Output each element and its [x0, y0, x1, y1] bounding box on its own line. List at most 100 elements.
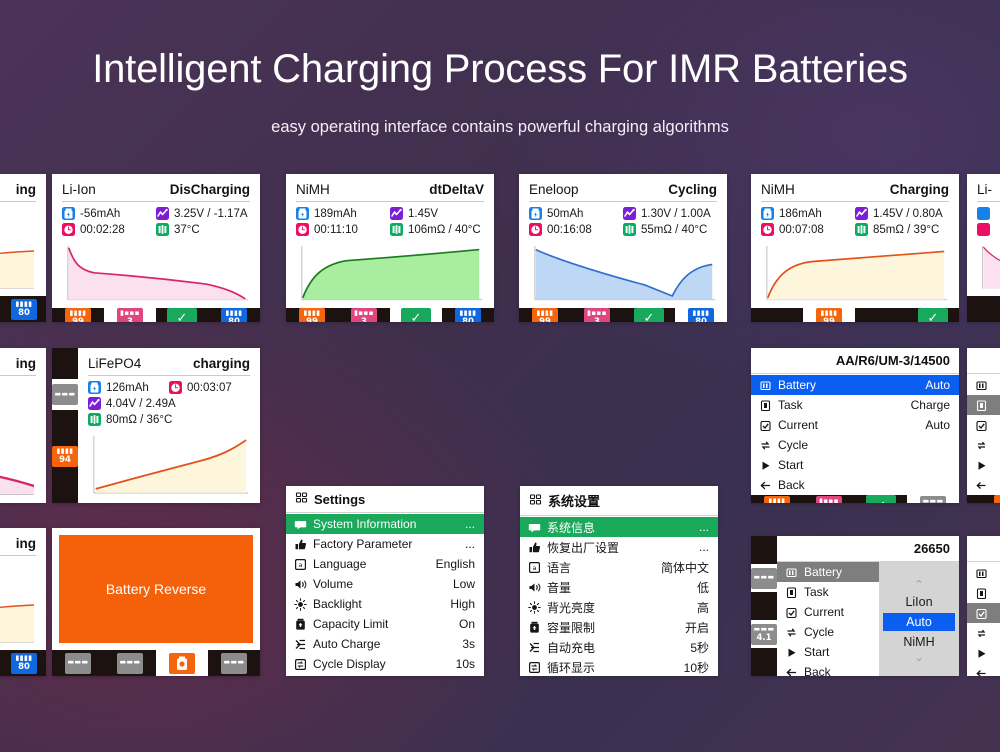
menu-item-current[interactable]: Current Auto: [751, 415, 959, 435]
menu-item-auto-charge[interactable]: 自动充电 5秒: [520, 637, 718, 657]
card-nimh-dtdeltav[interactable]: NiMH dtDeltaV 189mAh 1.45V 00:11:10 106m…: [286, 174, 494, 322]
status-chip-blue[interactable]: ▮▮▮▮80: [11, 652, 37, 674]
status-chip-gray[interactable]: ▬▬▬: [65, 652, 91, 674]
status-bar[interactable]: ▮▮▮▮ 80: [0, 296, 46, 322]
sidebar-cell[interactable]: [751, 592, 777, 620]
status-chip-orange[interactable]: ▮▮▮▮99: [816, 308, 842, 322]
menu-item[interactable]: [967, 623, 1000, 643]
status-cell[interactable]: ▮▮▮▮99: [751, 495, 803, 503]
menu-item-current[interactable]: Current: [777, 602, 879, 622]
menu-item-capacity-limit[interactable]: 容量限制 开启: [520, 617, 718, 637]
status-chip-orange[interactable]: ▮▮▮99: [994, 495, 1000, 503]
status-cell[interactable]: ✓: [623, 307, 675, 322]
status-bar[interactable]: ▮▮▮▮99 ▮▪▪▪3 ✓ ▮▮▮▮80: [52, 307, 260, 322]
menu-item-capacity-limit[interactable]: Capacity Limit On: [286, 614, 484, 634]
card-li-ion-discharging[interactable]: Li-Ion DisCharging -56mAh 3.25V / -1.17A…: [52, 174, 260, 322]
menu-item[interactable]: [967, 583, 1000, 603]
status-bar[interactable]: ▮▮▮▮99 ▮▪▪▪3 ✓ ▬▬▬3.6: [751, 495, 959, 503]
status-chip-blue[interactable]: ▮▮▮▮80: [688, 308, 714, 322]
menu-item[interactable]: [967, 663, 1000, 676]
status-cell[interactable]: ▬▬▬: [104, 650, 156, 676]
status-chip-gray[interactable]: ▬▬▬: [52, 384, 78, 405]
menu-item-cycle[interactable]: Cycle: [751, 435, 959, 455]
status-bar[interactable]: ▮▮▮▮99 ✓: [751, 307, 959, 322]
status-cell[interactable]: ▮▪▪▪3: [571, 308, 623, 322]
status-chip-gray[interactable]: ▬▬▬ 4.1: [751, 623, 777, 645]
menu-item-cycle-display[interactable]: Cycle Display 10s: [286, 654, 484, 674]
menu-item-backlight[interactable]: Backlight High: [286, 594, 484, 614]
menu-item[interactable]: [967, 395, 1000, 415]
status-chip-pink[interactable]: ▮▪▪▪3: [351, 308, 377, 322]
status-bar[interactable]: ▮▮▮▮99 ▮▪▪▪3 ✓ ▮▮▮▮80: [286, 307, 494, 322]
menu-item-system-information[interactable]: System Information...: [286, 514, 484, 534]
sidebar-cell[interactable]: [52, 348, 78, 379]
status-cell[interactable]: ▮▮▮▮80: [675, 307, 727, 322]
sidebar-cell[interactable]: [751, 536, 777, 564]
menu-item-cycle[interactable]: Cycle: [777, 622, 879, 642]
status-chip-blue[interactable]: ▮▮▮▮80: [11, 298, 37, 320]
card-menu-26650[interactable]: ▬▬▬ ▬▬▬ 4.1 26650 Battery Task Current Cy…: [751, 536, 959, 676]
status-chip-gray[interactable]: ▬▬▬: [221, 652, 247, 674]
card-lifepo4-charging[interactable]: ▬▬▬ ▮▮▮▮ 94 LiFePO4 charging 126mAh 00:03…: [52, 348, 260, 503]
menu-item-backlight[interactable]: 背光亮度 高: [520, 597, 718, 617]
menu-item[interactable]: [967, 475, 1000, 495]
status-chip-orange[interactable]: ▮▮▮▮99: [764, 495, 790, 503]
status-bar[interactable]: ▮▮▮▮99 ▮▪▪▪3 ✓ ▮▮▮▮80: [519, 307, 727, 322]
sidebar-cell[interactable]: [751, 648, 777, 676]
status-cell[interactable]: ✓: [390, 307, 442, 322]
status-bar[interactable]: ▮▮▮▮ 80: [0, 650, 46, 676]
channel-sidebar[interactable]: ▬▬▬ ▮▮▮▮ 94: [52, 348, 78, 503]
menu-list[interactable]: Battery Auto Task Charge Current Auto Cycle…: [751, 374, 959, 495]
status-chip-check[interactable]: ✓: [634, 307, 664, 322]
card-edge-left-top[interactable]: ing ▮▮▮▮ 80: [0, 174, 46, 322]
menu-item-cycle-display[interactable]: 循环显示 10秒: [520, 657, 718, 676]
menu-item-back[interactable]: Back: [286, 674, 484, 676]
status-bar[interactable]: ▬▬▬ ▬▬▬ ▬▬▬: [52, 650, 260, 676]
status-cell[interactable]: ▮▮▮▮80: [208, 308, 260, 322]
status-cell[interactable]: ▮▮▮▮80: [442, 308, 494, 322]
status-cell[interactable]: ▮▮▮99: [967, 495, 1000, 503]
status-chip-gray[interactable]: ▬▬▬: [117, 652, 143, 674]
dropdown-wrap[interactable]: Battery Task Current Cycle Start Back ⌃ …: [777, 562, 959, 676]
card-edge-left-mid[interactable]: ing 4: [0, 348, 46, 503]
dropdown-option-nimh[interactable]: NiMH: [883, 633, 955, 651]
menu-item-system-information[interactable]: 系统信息...: [520, 517, 718, 537]
menu-item-task[interactable]: Task: [777, 582, 879, 602]
card-nimh-charging[interactable]: NiMH Charging 186mAh 1.45V / 0.80A 00:07…: [751, 174, 959, 322]
battery-type-dropdown[interactable]: ⌃ LiIon Auto NiMH ⌄: [879, 562, 959, 676]
menu-item-factory-parameter[interactable]: Factory Parameter...: [286, 534, 484, 554]
status-chip-pink[interactable]: ▮▪▪▪3: [117, 308, 143, 322]
status-cell[interactable]: ▮▪▪▪3: [803, 495, 855, 503]
status-cell[interactable]: ▬▬▬3.6: [907, 495, 959, 503]
menu-item-volume[interactable]: 音量 低: [520, 577, 718, 597]
status-cell[interactable]: ▬▬▬: [208, 650, 260, 676]
status-chip-check[interactable]: ✓: [918, 307, 948, 322]
menu-list[interactable]: 系统信息... 恢复出厂设置... a 语言 简体中文 音量 低 背光亮度 高 容量限制…: [520, 516, 718, 676]
status-chip-reverse-alert[interactable]: [169, 652, 195, 674]
menu-item-language[interactable]: a Language English: [286, 554, 484, 574]
menu-item-start[interactable]: Start: [751, 455, 959, 475]
sidebar-cell[interactable]: ▮▮▮▮ 94: [52, 441, 78, 472]
status-cell[interactable]: [967, 296, 1000, 322]
menu-list[interactable]: Battery Task Current Cycle Start Back: [777, 562, 879, 676]
status-chip-orange[interactable]: ▮▮▮▮99: [65, 308, 91, 322]
menu-list[interactable]: System Information... Factory Parameter.…: [286, 513, 484, 676]
dropdown-option-auto[interactable]: Auto: [883, 613, 955, 631]
status-cell[interactable]: ▮▮▮▮99: [803, 307, 855, 322]
menu-item[interactable]: [967, 563, 1000, 583]
dropdown-option-liion[interactable]: LiIon: [883, 593, 955, 611]
status-bar[interactable]: ▮▮▮99: [967, 495, 1000, 503]
menu-item[interactable]: [967, 603, 1000, 623]
menu-list[interactable]: [967, 562, 1000, 676]
status-cell[interactable]: ▮▮▮▮80: [2, 296, 46, 322]
menu-list[interactable]: [967, 374, 1000, 495]
status-chip-blue[interactable]: ▮▮▮▮80: [455, 308, 481, 322]
status-cell[interactable]: ▮▮▮▮99: [52, 308, 104, 322]
chevron-down-icon[interactable]: ⌄: [914, 653, 923, 664]
status-chip-orange[interactable]: ▮▮▮▮99: [299, 308, 325, 322]
menu-item-language[interactable]: a 语言 简体中文: [520, 557, 718, 577]
status-cell[interactable]: ▮▮▮▮80: [2, 650, 46, 676]
menu-item-back[interactable]: Back: [777, 662, 879, 676]
menu-item[interactable]: [967, 435, 1000, 455]
menu-item[interactable]: [967, 643, 1000, 663]
